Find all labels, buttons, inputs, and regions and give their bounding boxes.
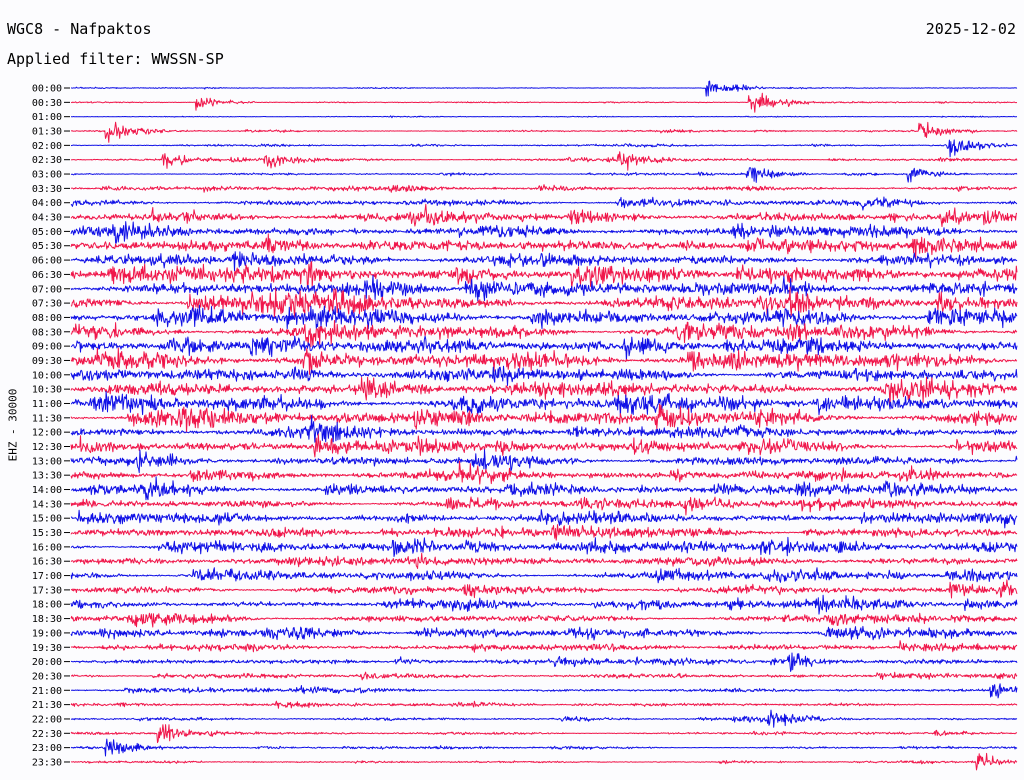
trace-row-0600	[70, 251, 1018, 272]
trace-row-0230	[70, 151, 1018, 171]
trace-row-0500	[70, 221, 1018, 244]
row-time-label: 03:00	[32, 170, 62, 181]
helicorder-plot: 00:00 00:30 01:00 01:30 02:00 02:30 03:00 03:30…	[32, 80, 1018, 771]
trace-row-0100	[70, 115, 1018, 119]
trace-row-1630	[70, 552, 1018, 569]
trace-row-0430	[70, 203, 1017, 227]
row-time-label: 23:00	[32, 743, 62, 754]
trace-row-1130	[70, 403, 1018, 433]
row-time-label: 16:00	[32, 542, 62, 553]
row-time-label: 09:30	[32, 356, 62, 367]
trace-row-0000	[70, 80, 1018, 97]
row-time-label: 19:30	[32, 643, 62, 654]
trace-row-0630	[70, 261, 1018, 289]
row-time-label: 02:00	[32, 141, 62, 152]
row-time-label: 22:30	[32, 729, 62, 740]
row-time-label: 11:30	[32, 413, 62, 424]
row-time-label: 07:00	[32, 284, 62, 295]
row-time-label: 12:30	[32, 442, 62, 453]
row-time-label: 11:00	[32, 399, 62, 410]
trace-row-1330	[70, 460, 1018, 485]
trace-row-1000	[70, 365, 1018, 386]
trace-row-2100	[71, 683, 1018, 699]
row-time-label: 05:30	[32, 241, 62, 252]
row-time-label: 21:00	[32, 686, 62, 697]
row-time-label: 20:00	[32, 657, 62, 668]
trace-row-1230	[70, 433, 1018, 458]
trace-row-2000	[70, 652, 1018, 672]
row-time-label: 06:00	[32, 256, 62, 267]
row-time-label: 00:30	[32, 98, 62, 109]
trace-row-1800	[70, 594, 1018, 615]
trace-row-2130	[70, 700, 1018, 709]
trace-row-0330	[70, 184, 1018, 193]
row-time-label: 14:30	[32, 499, 62, 510]
row-time-label: 03:30	[32, 184, 62, 195]
row-time-label: 16:30	[32, 557, 62, 568]
row-time-label: 17:00	[32, 571, 62, 582]
row-time-label: 10:30	[32, 385, 62, 396]
trace-row-0800	[70, 304, 1018, 330]
trace-row-1900	[70, 625, 1017, 641]
trace-row-0930	[70, 347, 1018, 375]
row-time-label: 01:30	[32, 127, 62, 138]
row-time-label: 08:30	[32, 327, 62, 338]
trace-row-0300	[70, 167, 1018, 183]
row-time-label: 07:30	[32, 299, 62, 310]
trace-row-1930	[70, 640, 1018, 653]
row-time-label: 23:30	[32, 757, 62, 768]
trace-row-1600	[70, 536, 1018, 557]
trace-row-0530	[70, 233, 1018, 261]
row-time-label: 13:30	[32, 471, 62, 482]
row-time-label: 13:00	[32, 456, 62, 467]
row-time-label: 04:00	[32, 198, 62, 209]
trace-row-1430	[70, 496, 1018, 516]
row-time-label: 08:00	[32, 313, 62, 324]
row-time-label: 06:30	[32, 270, 62, 281]
trace-row-1730	[70, 579, 1018, 599]
row-time-label: 02:30	[32, 155, 62, 166]
trace-row-1100	[70, 391, 1018, 418]
row-time-label: 15:00	[32, 514, 62, 525]
trace-row-0400	[70, 196, 1018, 211]
row-time-label: 01:00	[32, 112, 62, 123]
trace-row-2200	[70, 709, 1018, 728]
trace-row-2300	[70, 738, 1018, 757]
trace-row-0200	[70, 139, 1018, 158]
row-time-label: 00:00	[32, 84, 62, 95]
row-time-label: 12:00	[32, 428, 62, 439]
row-time-label: 21:30	[32, 700, 62, 711]
row-time-label: 10:00	[32, 370, 62, 381]
row-time-label: 18:00	[32, 600, 62, 611]
trace-row-1530	[70, 524, 1018, 541]
trace-row-1400	[70, 476, 1018, 501]
row-time-label: 14:00	[32, 485, 62, 496]
trace-row-0030	[70, 92, 1018, 113]
row-time-label: 04:30	[32, 213, 62, 224]
trace-row-1300	[70, 449, 1018, 474]
row-time-label: 18:30	[32, 614, 62, 625]
row-time-label: 19:00	[32, 628, 62, 639]
row-time-label: 05:00	[32, 227, 62, 238]
trace-row-0830	[70, 320, 1018, 348]
trace-row-0130	[70, 121, 1018, 143]
trace-row-1830	[70, 612, 1018, 628]
row-time-label: 17:30	[32, 585, 62, 596]
trace-row-2330	[70, 752, 1018, 771]
row-time-label: 09:00	[32, 342, 62, 353]
trace-row-2030	[71, 671, 1018, 681]
row-time-label: 15:30	[32, 528, 62, 539]
trace-row-2230	[70, 724, 1018, 744]
trace-row-1700	[70, 567, 1018, 584]
trace-row-1500	[70, 509, 1018, 529]
trace-row-0700	[70, 274, 1018, 302]
row-time-label: 20:30	[32, 671, 62, 682]
row-time-label: 22:00	[32, 714, 62, 725]
